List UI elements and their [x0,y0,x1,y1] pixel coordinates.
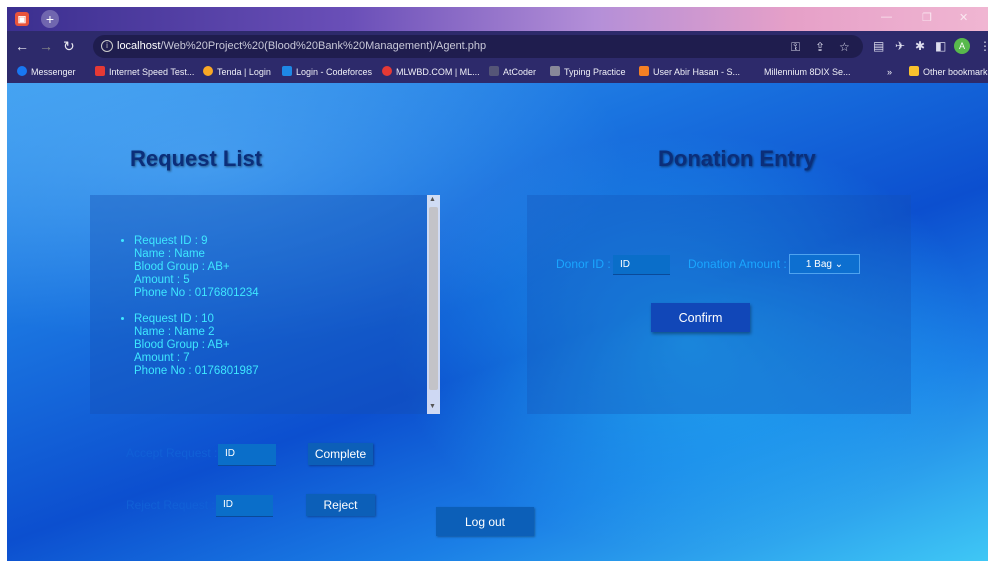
bookmark-other[interactable]: Other bookmarks [909,66,988,78]
typing-icon [550,66,560,76]
bookmark-atcoder[interactable]: AtCoder [489,66,536,78]
bookmark-speed-test[interactable]: Internet Speed Test... [95,66,194,78]
page-content: Request List Donation Entry Request ID :… [7,83,988,561]
request-amount: Amount : 5 [134,274,190,286]
request-amount: Amount : 7 [134,352,190,364]
request-phone: Phone No : 0176801987 [134,365,259,377]
request-list-title: Request List [130,146,263,171]
scrollbar[interactable]: ▲ ▼ [427,195,440,414]
request-blood-group: Blood Group : AB+ [134,261,230,273]
bookmark-tenda[interactable]: Tenda | Login [203,66,271,78]
request-id: Request ID : 9 [134,235,208,247]
messenger-icon [17,66,27,76]
minimize-icon[interactable]: — [881,11,892,23]
donor-id-input[interactable]: ID [613,255,670,275]
request-name: Name : Name 2 [134,326,215,338]
address-bar[interactable]: i localhost/Web%20Project%20(Blood%20Ban… [93,35,863,58]
browser-window: ▣ + — ❐ ✕ ← → ↻ i localhost/Web%20Projec… [7,7,988,561]
list-item: Request ID : 9 Name : Name Blood Group :… [134,235,259,300]
bookmark-typing[interactable]: Typing Practice [550,66,626,78]
request-blood-group: Blood Group : AB+ [134,339,230,351]
extension-icon[interactable]: ▤ [873,39,884,53]
info-icon[interactable]: i [101,40,113,52]
logout-button[interactable]: Log out [436,507,534,536]
tenda-icon [203,66,213,76]
speed-test-icon [95,66,105,76]
bookmarks-bar: Messenger Internet Speed Test... Tenda |… [7,62,988,83]
tab-favicon-icon[interactable]: ▣ [15,12,29,26]
profile-avatar[interactable]: A [954,38,970,54]
scroll-down-icon[interactable]: ▼ [429,403,436,410]
list-item: Request ID : 10 Name : Name 2 Blood Grou… [134,313,259,378]
chevron-down-icon: ⌄ [834,259,844,270]
donor-id-label: Donor ID : [556,257,611,271]
donation-amount-select[interactable]: 1 Bag ⌄ [789,254,860,274]
bookmark-messenger[interactable]: Messenger [17,66,76,78]
menu-icon[interactable]: ⋮ [979,39,988,53]
stack-icon [639,66,649,76]
maximize-icon[interactable]: ❐ [922,11,932,24]
reject-id-input[interactable]: ID [216,495,273,517]
atcoder-icon [489,66,499,76]
url-text[interactable]: localhost/Web%20Project%20(Blood%20Bank%… [117,40,486,52]
request-phone: Phone No : 0176801234 [134,287,259,299]
scroll-up-icon[interactable]: ▲ [429,196,436,203]
bookmark-millennium[interactable]: Millennium 8DIX Se... [764,66,851,78]
star-icon[interactable]: ☆ [839,40,850,54]
bookmark-stackexchange[interactable]: User Abir Hasan - S... [639,66,740,78]
title-bar: ▣ + — ❐ ✕ [7,7,988,31]
back-icon[interactable]: ← [15,38,29,54]
accept-request-label: Accept Request : [126,446,218,460]
reject-request-label: Reject Request : [126,498,215,512]
bookmark-codeforces[interactable]: Login - Codeforces [282,66,372,78]
donation-entry-title: Donation Entry [658,146,816,171]
puzzle-icon[interactable]: ✱ [915,39,925,53]
donation-amount-label: Donation Amount : [688,257,787,271]
folder-icon [909,66,919,76]
request-list-panel[interactable]: Request ID : 9 Name : Name Blood Group :… [90,195,440,414]
reject-button[interactable]: Reject [306,494,375,516]
forward-icon[interactable]: → [39,38,53,54]
accept-id-input[interactable]: ID [218,444,276,466]
request-name: Name : Name [134,248,205,260]
confirm-button[interactable]: Confirm [651,303,750,332]
bookmark-mlwbd[interactable]: MLWBD.COM | ML... [382,66,480,78]
complete-button[interactable]: Complete [308,443,373,465]
scrollbar-thumb[interactable] [429,207,438,390]
share-icon[interactable]: ⇪ [815,40,825,54]
mlwbd-icon [382,66,392,76]
side-panel-icon[interactable]: ◧ [935,39,946,53]
toolbar: ← → ↻ i localhost/Web%20Project%20(Blood… [7,31,988,62]
extension-plane-icon[interactable]: ✈ [895,39,905,53]
more-bookmarks-button[interactable]: » [887,66,892,78]
new-tab-button[interactable]: + [41,10,59,28]
key-icon[interactable]: ⚿ [791,40,800,54]
codeforces-icon [282,66,292,76]
reload-icon[interactable]: ↻ [63,38,75,54]
request-id: Request ID : 10 [134,313,214,325]
request-list: Request ID : 9 Name : Name Blood Group :… [134,235,259,391]
close-icon[interactable]: ✕ [959,11,968,24]
